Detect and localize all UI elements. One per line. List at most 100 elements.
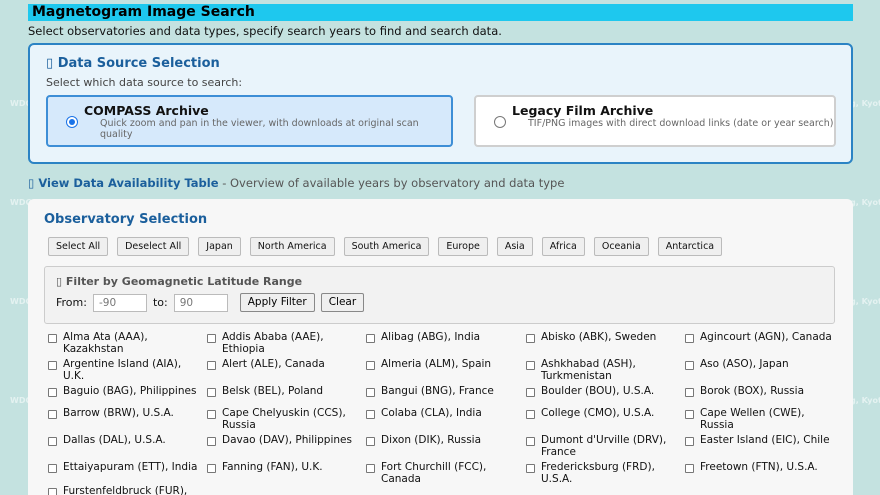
region-europe-button[interactable]: Europe <box>438 237 488 256</box>
station-checkbox[interactable] <box>685 388 694 397</box>
station-item[interactable]: Fort Churchill (FCC), Canada <box>366 461 521 485</box>
latitude-from-input[interactable] <box>92 293 147 312</box>
station-item[interactable]: Fredericksburg (FRD), U.S.A. <box>526 461 681 485</box>
station-item[interactable]: Alibag (ABG), India <box>366 331 521 343</box>
station-checkbox[interactable] <box>366 361 375 370</box>
station-item[interactable]: Argentine Island (AIA), U.K. <box>48 358 203 382</box>
station-item[interactable]: Agincourt (AGN), Canada <box>685 331 840 343</box>
station-checkbox[interactable] <box>526 361 535 370</box>
station-checkbox[interactable] <box>685 410 694 419</box>
station-item[interactable]: Bangui (BNG), France <box>366 385 521 397</box>
station-item[interactable]: Alma Ata (AAA), Kazakhstan <box>48 331 203 355</box>
station-label: Davao (DAV), Philippines <box>222 434 352 446</box>
station-checkbox[interactable] <box>526 464 535 473</box>
region-africa-button[interactable]: Africa <box>541 237 585 256</box>
station-checkbox[interactable] <box>366 464 375 473</box>
region-antarctica-button[interactable]: Antarctica <box>657 237 723 256</box>
region-japan-button[interactable]: Japan <box>198 237 241 256</box>
station-item[interactable]: Freetown (FTN), U.S.A. <box>685 461 840 473</box>
station-checkbox[interactable] <box>207 334 216 343</box>
station-item[interactable]: Abisko (ABK), Sweden <box>526 331 681 343</box>
station-checkbox[interactable] <box>526 437 535 446</box>
station-item[interactable]: Cape Chelyuskin (CCS), Russia <box>207 407 362 431</box>
station-label: Belsk (BEL), Poland <box>222 385 324 397</box>
station-item[interactable]: Furstenfeldbruck (FUR), Germany <box>48 485 203 495</box>
station-item[interactable]: Aso (ASO), Japan <box>685 358 840 370</box>
station-item[interactable]: Almeria (ALM), Spain <box>366 358 521 370</box>
station-label: Fredericksburg (FRD), U.S.A. <box>541 461 655 485</box>
station-item[interactable]: Ettaiyapuram (ETT), India <box>48 461 203 473</box>
option-title: COMPASS Archive <box>84 103 209 118</box>
station-item[interactable]: Boulder (BOU), U.S.A. <box>526 385 681 397</box>
select-all-button[interactable]: Select All <box>48 237 109 256</box>
clear-filter-button[interactable]: Clear <box>320 293 365 312</box>
station-label: Aso (ASO), Japan <box>700 358 789 370</box>
station-item[interactable]: Davao (DAV), Philippines <box>207 434 362 446</box>
station-label: Cape Wellen (CWE), Russia <box>700 407 805 431</box>
station-checkbox[interactable] <box>526 410 535 419</box>
station-checkbox[interactable] <box>685 334 694 343</box>
station-item[interactable]: Addis Ababa (AAE), Ethiopia <box>207 331 362 355</box>
region-oceania-button[interactable]: Oceania <box>593 237 649 256</box>
station-label: Easter Island (EIC), Chile <box>700 434 830 446</box>
station-item[interactable]: Dumont d'Urville (DRV), France <box>526 434 681 458</box>
station-checkbox[interactable] <box>366 334 375 343</box>
station-checkbox[interactable] <box>366 437 375 446</box>
station-checkbox[interactable] <box>207 437 216 446</box>
station-item[interactable]: Ashkhabad (ASH), Turkmenistan <box>526 358 681 382</box>
data-source-panel: ▯ Data Source Selection Select which dat… <box>28 43 853 164</box>
station-checkbox[interactable] <box>207 388 216 397</box>
apply-filter-button[interactable]: Apply Filter <box>239 293 315 312</box>
availability-row: ▯ View Data Availability Table - Overvie… <box>28 176 564 190</box>
station-checkbox[interactable] <box>207 361 216 370</box>
station-item[interactable]: Alert (ALE), Canada <box>207 358 362 370</box>
region-south-america-button[interactable]: South America <box>343 237 430 256</box>
station-checkbox[interactable] <box>48 488 57 495</box>
station-checkbox[interactable] <box>48 334 57 343</box>
option-desc: TIF/PNG images with direct download link… <box>528 118 834 129</box>
station-checkbox[interactable] <box>48 410 57 419</box>
station-checkbox[interactable] <box>366 410 375 419</box>
station-item[interactable]: College (CMO), U.S.A. <box>526 407 681 419</box>
station-checkbox[interactable] <box>48 361 57 370</box>
header-bar: Magnetogram Image Search <box>28 4 853 21</box>
station-item[interactable]: Easter Island (EIC), Chile <box>685 434 840 446</box>
station-label: Alert (ALE), Canada <box>222 358 325 370</box>
region-north-america-button[interactable]: North America <box>249 237 335 256</box>
option-compass-archive[interactable]: COMPASS Archive Quick zoom and pan in th… <box>46 95 453 147</box>
station-label: Borok (BOX), Russia <box>700 385 805 397</box>
option-desc: Quick zoom and pan in the viewer, with d… <box>100 118 419 140</box>
station-checkbox[interactable] <box>685 361 694 370</box>
legacy-radio[interactable] <box>494 116 506 128</box>
station-checkbox[interactable] <box>526 388 535 397</box>
station-item[interactable]: Dixon (DIK), Russia <box>366 434 521 446</box>
station-item[interactable]: Borok (BOX), Russia <box>685 385 840 397</box>
station-checkbox[interactable] <box>48 388 57 397</box>
station-checkbox[interactable] <box>526 334 535 343</box>
data-source-subtitle: Select which data source to search: <box>46 76 243 89</box>
station-label: Freetown (FTN), U.S.A. <box>700 461 818 473</box>
station-checkbox[interactable] <box>48 437 57 446</box>
station-label: Argentine Island (AIA), U.K. <box>63 358 182 382</box>
station-item[interactable]: Belsk (BEL), Poland <box>207 385 362 397</box>
latitude-to-input[interactable] <box>173 293 228 312</box>
deselect-all-button[interactable]: Deselect All <box>117 237 190 256</box>
station-item[interactable]: Cape Wellen (CWE), Russia <box>685 407 840 431</box>
station-checkbox[interactable] <box>685 464 694 473</box>
station-checkbox[interactable] <box>685 437 694 446</box>
station-label: Alma Ata (AAA), Kazakhstan <box>63 331 148 355</box>
station-checkbox[interactable] <box>48 464 57 473</box>
station-checkbox[interactable] <box>207 410 216 419</box>
option-legacy-film-archive[interactable]: Legacy Film Archive TIF/PNG images with … <box>474 95 836 147</box>
station-checkbox[interactable] <box>207 464 216 473</box>
station-item[interactable]: Dallas (DAL), U.S.A. <box>48 434 203 446</box>
compass-radio[interactable] <box>66 116 78 128</box>
region-asia-button[interactable]: Asia <box>496 237 533 256</box>
page-subtitle: Select observatories and data types, spe… <box>28 24 502 38</box>
station-item[interactable]: Fanning (FAN), U.K. <box>207 461 362 473</box>
station-item[interactable]: Barrow (BRW), U.S.A. <box>48 407 203 419</box>
availability-link[interactable]: ▯ View Data Availability Table <box>28 176 219 190</box>
station-item[interactable]: Colaba (CLA), India <box>366 407 521 419</box>
station-checkbox[interactable] <box>366 388 375 397</box>
station-item[interactable]: Baguio (BAG), Philippines <box>48 385 203 397</box>
